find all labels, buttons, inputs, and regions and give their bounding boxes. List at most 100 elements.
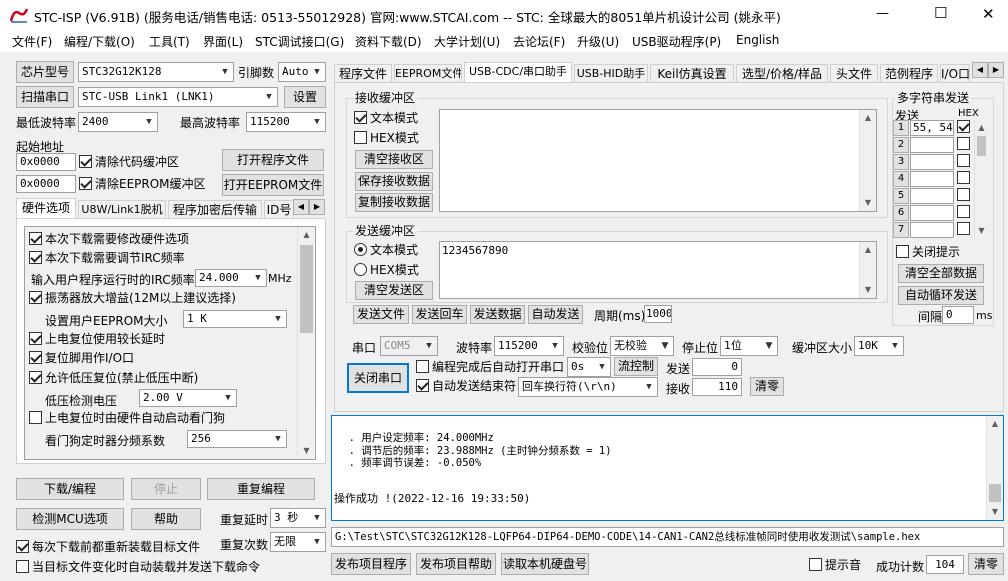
baud-rate-select[interactable]: 115200 ▼ [494,336,564,356]
menu-university[interactable]: 大学计划(U) [434,33,500,50]
copy-receive-button[interactable]: 复制接收数据 [355,193,433,212]
menu-tools[interactable]: 工具(T) [149,33,190,50]
scroll-down-icon[interactable]: ▼ [975,223,988,239]
scroll-up-icon[interactable]: ▲ [860,110,876,126]
multi-hex-checkbox[interactable] [957,222,973,236]
auto-loop-send-button[interactable]: 自动循环发送 [898,286,984,305]
multi-string-input[interactable]: 55, 54 [910,120,954,136]
tab-scroll-left-icon[interactable]: ◀ [972,62,988,78]
multi-send-button[interactable]: 1 [893,120,909,136]
tab-program-file[interactable]: 程序文件 [334,64,392,82]
minimize-button[interactable]: — [876,6,889,21]
scroll-thumb[interactable] [300,245,313,333]
help-button[interactable]: 帮助 [131,508,201,530]
multi-hex-checkbox[interactable] [957,154,973,168]
period-input[interactable]: 1000 [644,305,672,323]
multi-hex-checkbox[interactable] [957,137,973,151]
tx-scrollbar[interactable]: ▲ ▼ [859,242,876,298]
settings-button[interactable]: 设置 [284,86,326,108]
tab-header-file[interactable]: 头文件 [830,64,878,82]
parity-select[interactable]: 无校验 ▼ [610,336,674,356]
scroll-up-icon[interactable]: ▲ [975,120,988,136]
buffer-size-select[interactable]: 10K ▼ [854,336,904,356]
scroll-up-icon[interactable]: ▲ [860,242,876,258]
clear-success-button[interactable]: 清零 [968,553,1004,575]
scroll-down-icon[interactable]: ▼ [298,443,315,459]
scroll-up-icon[interactable]: ▲ [298,227,315,243]
interval-input[interactable]: 0 [942,306,974,324]
stop-button[interactable]: 停止 [131,478,201,500]
clear-all-data-button[interactable]: 清空全部数据 [898,264,984,283]
tx-text-mode-radio[interactable]: 文本模式 [354,242,418,258]
tab-encrypted-transfer[interactable]: 程序加密后传输 [168,200,262,218]
multi-string-input[interactable] [910,205,954,221]
multi-send-button[interactable]: 3 [893,154,909,170]
tab-scroll-left-icon[interactable]: ◀ [293,199,309,215]
repeat-delay-select[interactable]: 3 秒 ▼ [270,508,326,528]
options-scrollbar[interactable]: ▲ ▼ [297,227,315,459]
send-data-button[interactable]: 发送数据 [470,305,525,324]
multi-send-button[interactable]: 7 [893,222,909,238]
tab-selection-price[interactable]: 选型/价格/样品 [736,64,828,82]
multi-send-button[interactable]: 6 [893,205,909,221]
tab-id[interactable]: ID号 [264,200,294,218]
tab-scroll-right-icon[interactable]: ▶ [309,199,325,215]
auto-send-button[interactable]: 自动发送 [528,305,583,324]
lvd-voltage-select[interactable]: 2.00 V ▼ [139,389,237,407]
scroll-down-icon[interactable]: ▼ [860,282,876,298]
auto-load-checkbox[interactable]: 当目标文件变化时自动装载并发送下载命令 [16,559,260,575]
open-program-file-button[interactable]: 打开程序文件 [222,149,324,171]
serial-port-select[interactable]: COM5 ▼ [380,336,438,356]
read-disk-id-button[interactable]: 读取本机硬盘号 [501,553,589,575]
tab-u8w-offline[interactable]: U8W/Link1脱机 [78,200,166,218]
port-select[interactable]: STC-USB Link1 (LNK1) ▼ [78,87,278,107]
clear-send-button[interactable]: 清空发送区 [355,281,433,300]
menu-file[interactable]: 文件(F) [12,33,52,50]
tab-serial-assistant[interactable]: USB-CDC/串口助手 [464,62,572,82]
multi-hex-checkbox[interactable] [957,171,973,185]
pin-count-select[interactable]: Auto ▼ [278,62,326,82]
power-reset-delay-checkbox[interactable]: 上电复位使用较长延时 [29,331,165,347]
multi-string-input[interactable] [910,222,954,238]
save-receive-button[interactable]: 保存接收数据 [355,172,433,191]
modify-hw-option-checkbox[interactable]: 本次下载需要修改硬件选项 [29,231,189,247]
min-baud-select[interactable]: 2400 ▼ [78,112,158,132]
multi-send-button[interactable]: 2 [893,137,909,153]
tab-scroll-right-icon[interactable]: ▶ [988,62,1004,78]
watchdog-checkbox[interactable]: 上电复位时由硬件自动启动看门狗 [29,410,225,426]
wdt-div-select[interactable]: 256 ▼ [187,430,287,448]
close-port-button[interactable]: 关闭串口 [347,363,409,393]
scan-port-button[interactable]: 扫描串口 [16,86,74,108]
multi-hex-checkbox[interactable] [957,205,973,219]
multi-hex-checkbox[interactable] [957,188,973,202]
repeat-count-select[interactable]: 无限 ▼ [270,532,326,552]
code-address-input[interactable]: 0x0000 [16,153,76,171]
close-tip-checkbox[interactable]: 关闭提示 [896,244,960,260]
eeprom-address-input[interactable]: 0x0000 [16,175,76,193]
reprogram-button[interactable]: 重复编程 [207,478,315,500]
adjust-irc-checkbox[interactable]: 本次下载需要调节IRC频率 [29,250,185,266]
multi-string-input[interactable] [910,171,954,187]
menu-forum[interactable]: 去论坛(F) [513,33,565,50]
scroll-down-icon[interactable]: ▼ [987,504,1003,520]
clear-receive-button[interactable]: 清空接收区 [355,150,433,169]
menu-upgrade[interactable]: 升级(U) [577,33,619,50]
maximize-button[interactable]: ☐ [934,4,947,22]
tab-examples[interactable]: 范例程序 [880,64,938,82]
menu-debug[interactable]: STC调试接口(G) [255,33,344,50]
send-enter-button[interactable]: 发送回车 [412,305,467,324]
multi-string-input[interactable] [910,188,954,204]
clear-count-button[interactable]: 清零 [750,377,784,396]
scroll-up-icon[interactable]: ▲ [987,416,1003,432]
menu-english[interactable]: English [736,33,779,47]
auto-end-char-checkbox[interactable]: 自动发送结束符 [416,378,516,394]
menu-interface[interactable]: 界面(L) [203,33,243,50]
auto-open-port-checkbox[interactable]: 编程完成后自动打开串口 [416,359,564,375]
reload-before-download-checkbox[interactable]: 每次下载前都重新装载目标文件 [16,539,200,555]
tx-hex-mode-radio[interactable]: HEX模式 [354,262,419,278]
eeprom-size-select[interactable]: 1 K ▼ [183,310,287,328]
open-delay-select[interactable]: 0s ▼ [567,357,611,377]
download-program-button[interactable]: 下载/编程 [16,478,124,500]
tab-usb-hid[interactable]: USB-HID助手 [574,64,648,82]
multi-send-button[interactable]: 5 [893,188,909,204]
